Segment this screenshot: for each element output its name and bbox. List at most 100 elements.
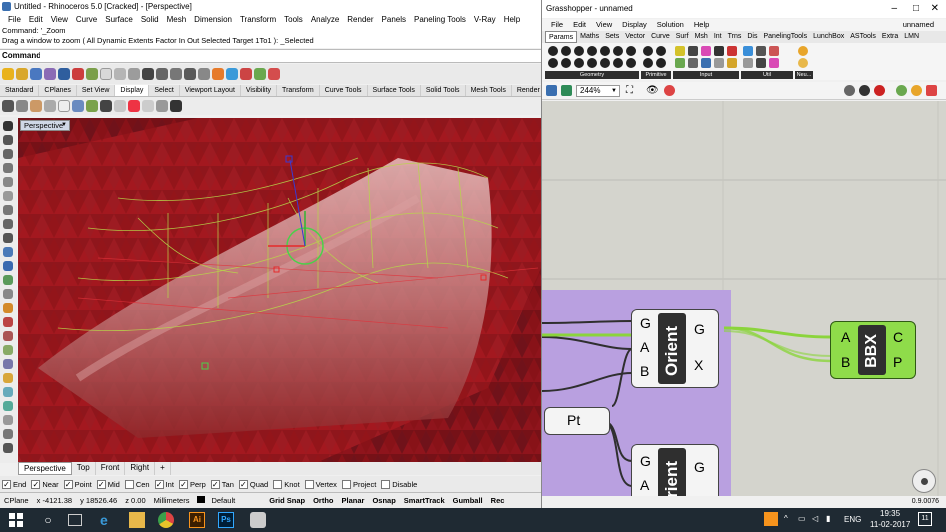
input-port-g[interactable]: G xyxy=(640,453,651,469)
sketch-icon[interactable] xyxy=(664,85,675,96)
units-label[interactable]: Millimeters xyxy=(150,496,194,505)
gh-tab-maths[interactable]: Maths xyxy=(577,31,602,43)
gh-tab-int[interactable]: Int xyxy=(711,31,725,43)
split-icon[interactable] xyxy=(3,331,13,341)
fillet-icon[interactable] xyxy=(3,373,13,383)
copy-icon[interactable] xyxy=(86,68,98,80)
osnap-quad[interactable]: ✓ Quad xyxy=(238,479,268,489)
osnap-checkbox[interactable]: ✓ xyxy=(210,479,220,489)
button-icon[interactable] xyxy=(688,58,698,68)
gh-menu-item-edit[interactable]: Edit xyxy=(568,19,591,31)
osnap-checkbox[interactable] xyxy=(273,479,283,489)
brep-param-icon[interactable] xyxy=(587,46,597,56)
osnap-checkbox[interactable] xyxy=(304,479,314,489)
color-swatch-icon[interactable] xyxy=(701,46,711,56)
osnap-perp[interactable]: ✓ Perp xyxy=(178,479,206,489)
command-input[interactable] xyxy=(40,51,536,61)
menu-item-tools[interactable]: Tools xyxy=(280,13,307,26)
arrow-icon[interactable] xyxy=(756,58,766,68)
open-file-icon[interactable] xyxy=(16,68,28,80)
curve-param-icon[interactable] xyxy=(561,46,571,56)
viewport-title-label[interactable]: Perspective ▼ xyxy=(20,120,70,131)
flask-icon[interactable] xyxy=(769,58,779,68)
geometry-param-icon[interactable] xyxy=(548,46,558,56)
viewport-tab-front[interactable]: Front xyxy=(96,462,126,475)
options-icon[interactable] xyxy=(268,68,280,80)
gh-menu-item-file[interactable]: File xyxy=(546,19,568,31)
orient-component-2[interactable]: Orient G A G xyxy=(631,444,719,497)
join-icon[interactable] xyxy=(3,345,13,355)
bake-icon[interactable] xyxy=(926,85,937,96)
input-port-b[interactable]: B xyxy=(841,354,850,370)
jump-icon[interactable] xyxy=(756,46,766,56)
relay-icon[interactable] xyxy=(743,46,753,56)
language-indicator[interactable]: ENG xyxy=(844,515,861,524)
gh-tab-curve[interactable]: Curve xyxy=(648,31,673,43)
menu-item-solid[interactable]: Solid xyxy=(137,13,163,26)
menu-item-surface[interactable]: Surface xyxy=(101,13,137,26)
chevron-up-icon[interactable]: ^ xyxy=(784,514,788,523)
osnap-tan[interactable]: ✓ Tan xyxy=(210,479,234,489)
task-view-icon[interactable] xyxy=(68,514,82,526)
move-icon[interactable] xyxy=(3,387,13,397)
viewport-tab-right[interactable]: Right xyxy=(125,462,156,475)
tab-mesh-tools[interactable]: Mesh Tools xyxy=(466,85,512,96)
osnap-disable[interactable]: Disable xyxy=(381,479,417,489)
integer-param-icon[interactable] xyxy=(656,46,666,56)
tab-transform[interactable]: Transform xyxy=(277,85,320,96)
tab-set-view[interactable]: Set View xyxy=(77,85,116,96)
render-icon[interactable] xyxy=(226,68,238,80)
point-param-icon[interactable] xyxy=(613,46,623,56)
notification-center-icon[interactable]: 11 xyxy=(918,512,932,526)
menu-item-transform[interactable]: Transform xyxy=(236,13,280,26)
explode-icon[interactable] xyxy=(3,359,13,369)
select-arrow-icon[interactable] xyxy=(3,121,13,131)
menu-item-help[interactable]: Help xyxy=(500,13,524,26)
network-icon[interactable]: ▭ xyxy=(798,514,806,523)
clock-time[interactable]: 19:35 xyxy=(880,509,900,518)
graph-icon[interactable] xyxy=(701,58,711,68)
lights-icon[interactable] xyxy=(212,68,224,80)
status-toggle-smarttrack[interactable]: SmartTrack xyxy=(400,496,449,505)
viewport-tab-perspective[interactable]: Perspective xyxy=(18,462,72,475)
grid-icon[interactable] xyxy=(114,100,126,112)
clock-date[interactable]: 11-02-2017 xyxy=(870,520,910,529)
polyline-icon[interactable] xyxy=(3,149,13,159)
trim-icon[interactable] xyxy=(3,317,13,327)
zoom-window-icon[interactable] xyxy=(184,68,196,80)
close-icon[interactable]: ✕ xyxy=(931,0,939,18)
tab-surface-tools[interactable]: Surface Tools xyxy=(368,85,421,96)
gh-tab-msh[interactable]: Msh xyxy=(692,31,711,43)
panel-icon[interactable] xyxy=(688,46,698,56)
point-param[interactable]: Pt xyxy=(544,407,610,435)
import-icon[interactable] xyxy=(58,68,70,80)
osnap-cen[interactable]: Cen xyxy=(124,479,150,489)
preview-wire-icon[interactable] xyxy=(844,85,855,96)
minimize-icon[interactable]: – xyxy=(891,0,897,18)
osnap-vertex[interactable]: Vertex xyxy=(304,479,337,489)
osnap-checkbox[interactable]: ✓ xyxy=(63,479,73,489)
gh-tab-vector[interactable]: Vector xyxy=(622,31,648,43)
canvas-navigation-compass[interactable] xyxy=(912,469,936,493)
illustrator-icon[interactable]: Ai xyxy=(189,512,205,528)
gh-tab-trns[interactable]: Trns xyxy=(725,31,745,43)
menu-item-edit[interactable]: Edit xyxy=(25,13,47,26)
dimension-icon[interactable] xyxy=(3,303,13,313)
gh-menu-item-view[interactable]: View xyxy=(591,19,617,31)
arc-icon[interactable] xyxy=(3,177,13,187)
ghosted-icon[interactable] xyxy=(44,100,56,112)
osnap-end[interactable]: ✓ End xyxy=(2,479,26,489)
point-icon[interactable] xyxy=(3,135,13,145)
volume-icon[interactable]: ◁ xyxy=(812,514,818,523)
input-port-a[interactable]: A xyxy=(841,329,850,345)
gh-canvas[interactable]: Orient G A B G X Pt Orient G A G BBX A B… xyxy=(542,101,946,497)
extrude-icon[interactable] xyxy=(3,261,13,271)
osnap-checkbox[interactable]: ✓ xyxy=(96,479,106,489)
osnap-int[interactable]: ✓ Int xyxy=(154,479,174,489)
transform-param-icon[interactable] xyxy=(613,58,623,68)
paste-icon[interactable] xyxy=(100,68,112,80)
circle-icon[interactable] xyxy=(3,191,13,201)
circle-param-icon[interactable] xyxy=(574,46,584,56)
monitor-icon[interactable] xyxy=(170,100,182,112)
search-icon[interactable]: ○ xyxy=(40,512,56,528)
